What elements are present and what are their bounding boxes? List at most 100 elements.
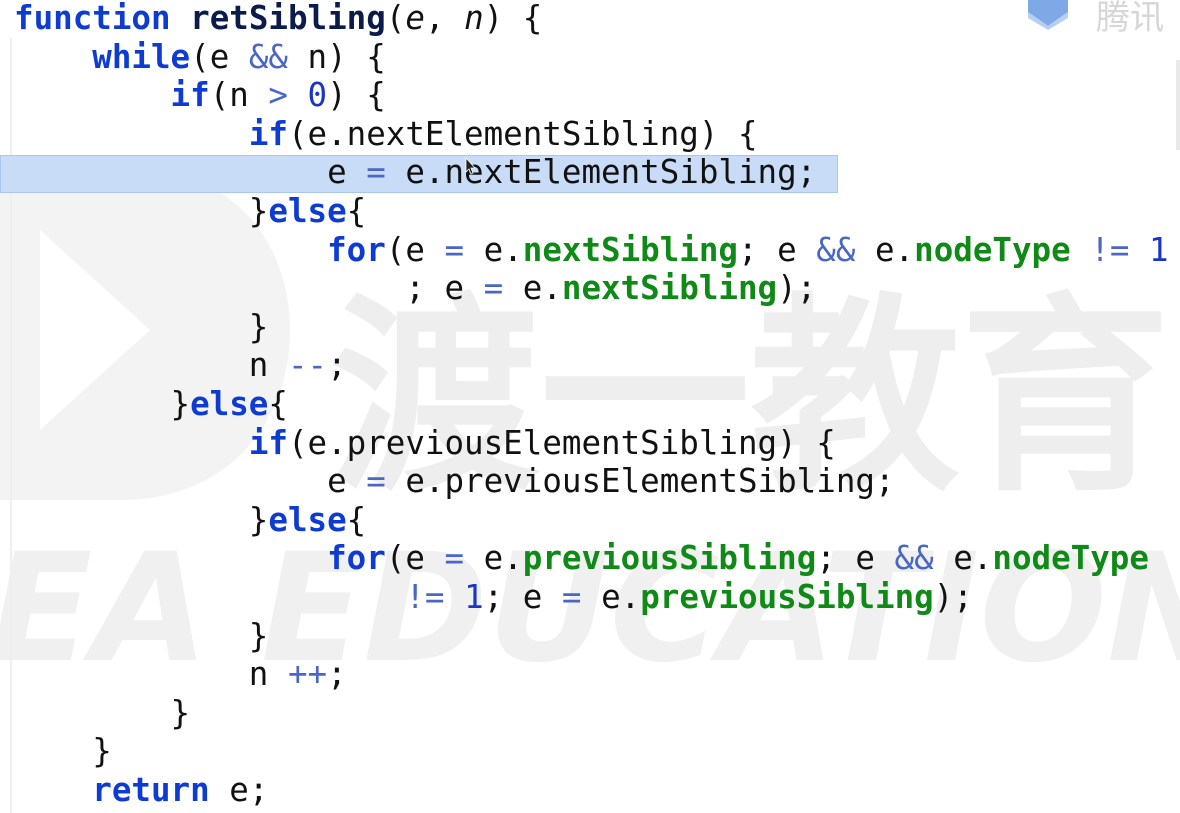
code-token: =: [366, 462, 386, 501]
code-token: =: [444, 539, 465, 578]
code-line[interactable]: n ++;: [14, 655, 347, 694]
code-token: );: [933, 578, 973, 616]
code-token: ,: [424, 0, 465, 37]
code-token: (e: [385, 230, 445, 269]
code-token: 1: [464, 578, 484, 616]
code-line[interactable]: while(e && n) {: [14, 38, 386, 77]
code-line[interactable]: }: [14, 693, 191, 733]
code-token: n: [14, 346, 288, 385]
code-area[interactable]: function retSibling(e, n) { while(e && n…: [0, 0, 1180, 813]
code-token: for: [327, 539, 386, 578]
code-line[interactable]: }else{: [14, 385, 288, 424]
code-line[interactable]: }: [14, 732, 112, 771]
code-token: (: [385, 0, 406, 37]
code-token: previousSibling: [640, 578, 934, 616]
code-token: e.previousElementSibling;: [385, 462, 895, 501]
code-token: !=: [1090, 230, 1130, 269]
code-editor[interactable]: 渡一教育 EA EDUCATION function retSibling(e,…: [0, 0, 1180, 813]
code-token: ; e: [483, 578, 562, 616]
code-token: nodeType: [992, 539, 1149, 578]
code-token: else: [268, 192, 347, 230]
code-token: }: [14, 693, 191, 732]
code-line[interactable]: e = e.nextElementSibling;: [14, 153, 816, 192]
code-line[interactable]: n --;: [14, 346, 347, 385]
code-token: }: [14, 500, 269, 539]
code-token: (n: [209, 76, 269, 115]
code-token: e.: [464, 539, 523, 578]
code-token: n) {: [287, 37, 386, 76]
code-token: e: [405, 0, 425, 37]
code-token: !=: [405, 578, 445, 616]
code-token: =: [444, 230, 465, 269]
mouse-cursor-icon: [465, 157, 475, 175]
code-token: >: [268, 76, 288, 115]
code-line[interactable]: if(e.nextElementSibling) {: [14, 115, 758, 154]
code-token: }: [14, 616, 269, 655]
code-token: (e: [190, 37, 249, 76]
code-line[interactable]: }: [14, 616, 269, 656]
code-token: retSibling: [190, 0, 386, 37]
code-line[interactable]: ; e = e.nextSibling);: [14, 269, 816, 308]
code-token: ; e: [816, 539, 895, 578]
code-token: while: [92, 37, 191, 76]
code-token: e.: [933, 539, 993, 578]
code-token: 1: [1148, 230, 1169, 269]
code-token: &&: [894, 539, 934, 578]
code-line[interactable]: e = e.previousElementSibling;: [14, 462, 895, 501]
tencent-logo-text: 腾讯: [1096, 0, 1164, 38]
code-token: }: [14, 307, 269, 346]
code-token: e.: [503, 269, 562, 308]
code-token: ) {: [483, 0, 543, 37]
code-line[interactable]: != 1; e = e.previousSibling);: [14, 578, 973, 617]
tencent-classroom-logo-icon: [1028, 0, 1068, 30]
code-token: 0: [307, 76, 328, 115]
code-token: (e.nextElementSibling) {: [287, 114, 758, 153]
code-token: else: [268, 500, 347, 539]
code-token: =: [366, 153, 386, 192]
code-token: =: [561, 578, 582, 616]
code-line[interactable]: for(e = e.previousSibling; e && e.nodeTy…: [14, 539, 1149, 578]
code-line[interactable]: for(e = e.nextSibling; e && e.nodeType !…: [14, 230, 1169, 270]
code-token: e: [14, 462, 367, 501]
code-token: e.: [855, 230, 915, 269]
code-token: ;: [327, 346, 347, 385]
scrollbar[interactable]: [1176, 60, 1180, 150]
code-line[interactable]: function retSibling(e, n) {: [14, 0, 542, 38]
code-token: &&: [248, 37, 288, 76]
code-token: if: [248, 114, 288, 153]
code-token: ; e: [14, 269, 484, 308]
code-token: ++: [287, 655, 328, 694]
code-token: {: [346, 192, 367, 230]
code-token: if: [248, 423, 288, 462]
code-token: (e.previousElementSibling) {: [287, 423, 836, 462]
code-line[interactable]: if(e.previousElementSibling) {: [14, 424, 836, 463]
code-token: }: [14, 732, 112, 771]
code-token: for: [327, 230, 386, 269]
code-token: ; e: [738, 230, 817, 269]
code-line[interactable]: }else{: [14, 501, 366, 540]
code-token: e: [14, 153, 367, 192]
code-token: );: [777, 269, 817, 308]
code-line[interactable]: if(n > 0) {: [14, 76, 386, 115]
code-line[interactable]: }: [14, 307, 269, 347]
code-token: --: [287, 346, 328, 385]
code-token: return: [92, 771, 210, 809]
code-line[interactable]: }else{: [14, 192, 366, 231]
code-token: function: [14, 0, 171, 37]
code-token: }: [14, 192, 269, 230]
code-token: ;: [327, 655, 347, 694]
code-line[interactable]: return e;: [14, 771, 268, 810]
code-token: else: [190, 385, 269, 423]
code-token: nextSibling: [561, 269, 778, 308]
